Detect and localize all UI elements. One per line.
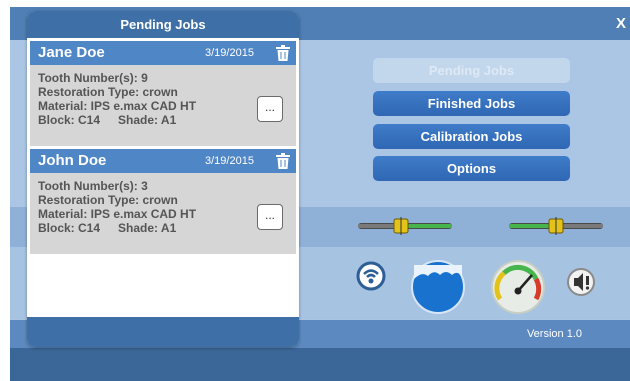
pending-jobs-panel: Pending Jobs Jane Doe 3/19/2015 Tooth Nu… — [27, 11, 299, 347]
speaker-icon[interactable] — [566, 267, 596, 297]
calibration-jobs-button[interactable]: Calibration Jobs — [373, 124, 570, 149]
more-options-button[interactable]: ... — [257, 96, 283, 122]
finished-jobs-button[interactable]: Finished Jobs — [373, 91, 570, 116]
job-shade: Shade: A1 — [118, 221, 177, 235]
options-button[interactable]: Options — [373, 156, 570, 181]
close-button[interactable]: X — [616, 15, 626, 32]
job-shade: Shade: A1 — [118, 113, 177, 127]
wifi-signal-icon[interactable] — [356, 261, 386, 291]
job-block: Block: C14 — [38, 113, 101, 127]
job-card-header: Jane Doe 3/19/2015 — [30, 41, 296, 65]
job-date: 3/19/2015 — [205, 155, 254, 167]
trash-icon[interactable] — [276, 153, 290, 169]
job-date: 3/19/2015 — [205, 47, 254, 59]
pending-jobs-button[interactable]: Pending Jobs — [373, 58, 570, 83]
panel-footer — [27, 317, 299, 347]
more-options-button[interactable]: ... — [257, 204, 283, 230]
job-restoration-type: Restoration Type: crown — [38, 85, 178, 99]
app-window: X Version 1.0 Pending Jobs Finished Jobs… — [10, 7, 630, 381]
job-restoration-type: Restoration Type: crown — [38, 193, 178, 207]
job-list[interactable]: Jane Doe 3/19/2015 Tooth Number(s): 9 Re… — [27, 38, 299, 317]
job-tooth-numbers: Tooth Number(s): 3 — [38, 179, 148, 193]
job-card[interactable]: Jane Doe 3/19/2015 Tooth Number(s): 9 Re… — [30, 41, 296, 146]
job-material: Material: IPS e.max CAD HT — [38, 207, 197, 221]
slider-right[interactable] — [507, 217, 605, 235]
ocean-wave-icon[interactable] — [410, 259, 466, 315]
slider-left[interactable] — [356, 217, 454, 235]
panel-title: Pending Jobs — [27, 11, 299, 38]
job-patient-name: Jane Doe — [38, 44, 105, 61]
job-tooth-numbers: Tooth Number(s): 9 — [38, 71, 148, 85]
job-block: Block: C14 — [38, 221, 101, 235]
job-patient-name: John Doe — [38, 152, 107, 169]
bottom-bar — [10, 348, 630, 381]
job-card-header: John Doe 3/19/2015 — [30, 149, 296, 173]
job-material: Material: IPS e.max CAD HT — [38, 99, 197, 113]
gauge-icon[interactable] — [490, 259, 546, 315]
version-label: Version 1.0 — [526, 328, 582, 340]
job-card[interactable]: John Doe 3/19/2015 Tooth Number(s): 3 Re… — [30, 149, 296, 254]
trash-icon[interactable] — [276, 45, 290, 61]
